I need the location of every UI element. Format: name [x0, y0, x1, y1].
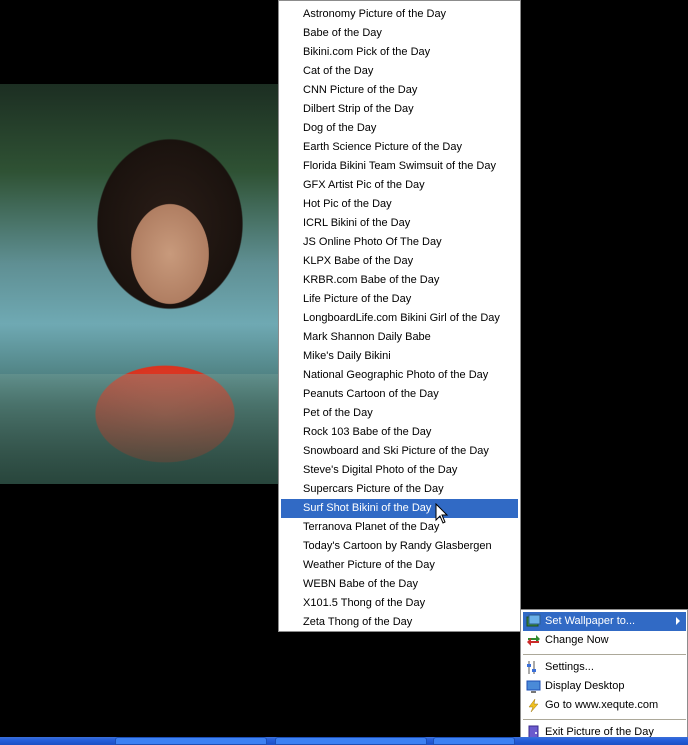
- picture-source-menu-item[interactable]: Mark Shannon Daily Babe: [281, 328, 518, 347]
- picture-source-menu-item[interactable]: Florida Bikini Team Swimsuit of the Day: [281, 157, 518, 176]
- mouse-cursor-icon: [435, 503, 449, 524]
- settings-sliders-icon: [527, 661, 536, 674]
- picture-source-menu-item[interactable]: Pet of the Day: [281, 404, 518, 423]
- display-desktop-menu-item[interactable]: Display Desktop: [523, 677, 686, 696]
- wallpaper-preview-image: [0, 84, 279, 484]
- picture-source-menu-item[interactable]: Dilbert Strip of the Day: [281, 100, 518, 119]
- picture-source-menu-item[interactable]: Weather Picture of the Day: [281, 556, 518, 575]
- picture-source-menu-item[interactable]: Hot Pic of the Day: [281, 195, 518, 214]
- picture-source-menu-item[interactable]: Astronomy Picture of the Day: [281, 5, 518, 24]
- set-wallpaper-label: Set Wallpaper to...: [545, 615, 636, 627]
- change-now-label: Change Now: [545, 634, 609, 646]
- taskbar-button[interactable]: [275, 737, 427, 745]
- display-desktop-label: Display Desktop: [545, 680, 625, 692]
- menu-separator: [523, 654, 686, 655]
- taskbar-button[interactable]: [433, 737, 515, 745]
- photo-water: [0, 374, 279, 484]
- picture-source-menu-item[interactable]: Babe of the Day: [281, 24, 518, 43]
- tray-context-menu: Set Wallpaper to... Change Now Settings.…: [520, 609, 688, 745]
- menu-separator: [523, 719, 686, 720]
- picture-source-menu-item[interactable]: National Geographic Photo of the Day: [281, 366, 518, 385]
- picture-source-menu-item[interactable]: JS Online Photo Of The Day: [281, 233, 518, 252]
- picture-source-menu-item[interactable]: LongboardLife.com Bikini Girl of the Day: [281, 309, 518, 328]
- picture-source-menu-item[interactable]: Supercars Picture of the Day: [281, 480, 518, 499]
- set-wallpaper-menu-item[interactable]: Set Wallpaper to...: [523, 612, 686, 631]
- settings-menu-item[interactable]: Settings...: [523, 658, 686, 677]
- picture-source-menu-item[interactable]: Surf Shot Bikini of the Day: [281, 499, 518, 518]
- picture-source-menu-item[interactable]: KLPX Babe of the Day: [281, 252, 518, 271]
- lightning-icon: [528, 698, 539, 713]
- picture-source-menu-item[interactable]: Earth Science Picture of the Day: [281, 138, 518, 157]
- picture-source-menu-item[interactable]: Rock 103 Babe of the Day: [281, 423, 518, 442]
- picture-source-menu-item[interactable]: GFX Artist Pic of the Day: [281, 176, 518, 195]
- taskbar: [0, 737, 688, 745]
- go-to-website-menu-item[interactable]: Go to www.xequte.com: [523, 696, 686, 715]
- picture-source-menu-item[interactable]: Peanuts Cartoon of the Day: [281, 385, 518, 404]
- picture-source-menu-item[interactable]: Terranova Planet of the Day: [281, 518, 518, 537]
- settings-label: Settings...: [545, 661, 594, 673]
- change-now-menu-item[interactable]: Change Now: [523, 631, 686, 650]
- picture-source-menu-item[interactable]: Dog of the Day: [281, 119, 518, 138]
- wallpaper-icon: [526, 614, 541, 627]
- desktop-icon: [526, 680, 541, 693]
- picture-source-menu-item[interactable]: Life Picture of the Day: [281, 290, 518, 309]
- picture-source-menu-item[interactable]: Cat of the Day: [281, 62, 518, 81]
- picture-source-menu-item[interactable]: Zeta Thong of the Day: [281, 613, 518, 632]
- picture-source-menu-item[interactable]: KRBR.com Babe of the Day: [281, 271, 518, 290]
- picture-source-menu-item[interactable]: Bikini.com Pick of the Day: [281, 43, 518, 62]
- picture-source-menu-item[interactable]: CNN Picture of the Day: [281, 81, 518, 100]
- picture-source-menu-item[interactable]: Today's Cartoon by Randy Glasbergen: [281, 537, 518, 556]
- picture-source-menu-item[interactable]: Mike's Daily Bikini: [281, 347, 518, 366]
- go-to-website-label: Go to www.xequte.com: [545, 699, 659, 711]
- picture-source-menu-item[interactable]: X101.5 Thong of the Day: [281, 594, 518, 613]
- refresh-arrows-icon: [527, 635, 540, 646]
- picture-source-menu-item[interactable]: Steve's Digital Photo of the Day: [281, 461, 518, 480]
- picture-source-menu-item[interactable]: Snowboard and Ski Picture of the Day: [281, 442, 518, 461]
- submenu-arrow-icon: [676, 617, 680, 625]
- taskbar-button[interactable]: [115, 737, 267, 745]
- picture-source-menu-item[interactable]: WEBN Babe of the Day: [281, 575, 518, 594]
- picture-source-menu-item[interactable]: ICRL Bikini of the Day: [281, 214, 518, 233]
- picture-source-submenu: Astronomy Picture of the Day Babe of the …: [278, 0, 521, 632]
